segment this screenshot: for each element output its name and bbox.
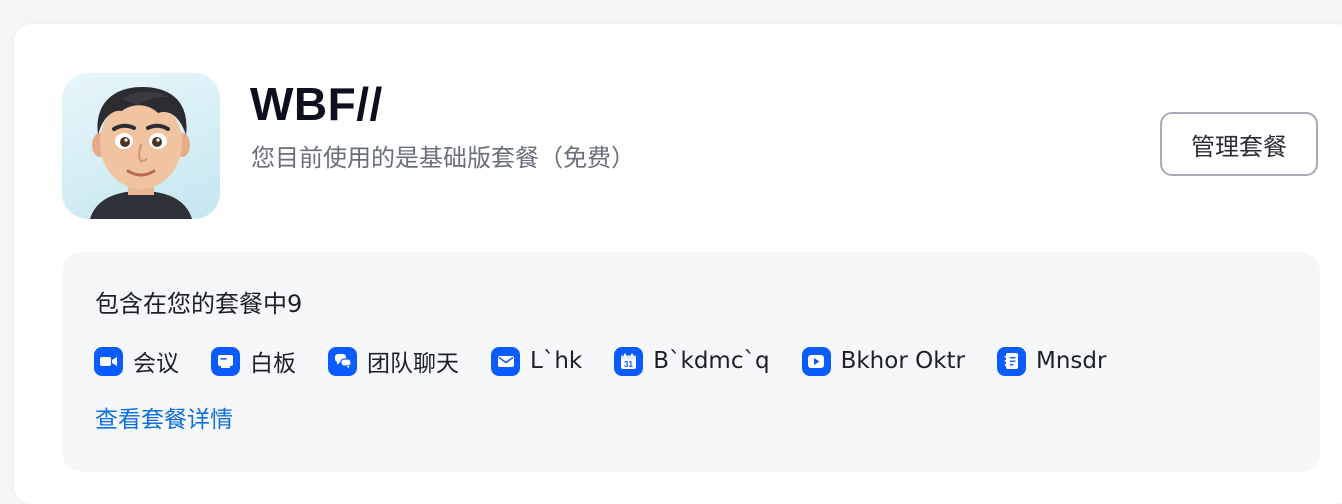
- feature-item-calendar: 31 B`kdmc`q: [614, 346, 770, 376]
- feature-label: Mnsdr: [1036, 348, 1107, 374]
- avatar[interactable]: [62, 73, 220, 219]
- video-camera-icon: [94, 346, 123, 376]
- svg-text:31: 31: [624, 360, 633, 369]
- feature-item-clips: Bkhor Oktr: [801, 346, 965, 376]
- feature-label: B`kdmc`q: [653, 348, 770, 374]
- calendar-icon: 31: [614, 346, 644, 376]
- feature-list: 会议 白板 团队聊天 L`hk 31 B`kdmc`q Bkhor Oktr M…: [94, 344, 1138, 378]
- feature-item-mail: L`hk: [491, 346, 583, 376]
- clips-play-icon: [801, 346, 831, 376]
- feature-label: 会议: [133, 351, 179, 377]
- feature-label: Bkhor Oktr: [840, 348, 965, 374]
- feature-item-team-chat: 团队聊天: [328, 344, 459, 378]
- feature-label: 白板: [250, 351, 296, 377]
- view-plan-details-link[interactable]: 查看套餐详情: [95, 404, 233, 436]
- plan-features-panel: 包含在您的套餐中9 会议 白板 团队聊天 L`hk 31 B`kdmc`q Bk…: [62, 252, 1320, 472]
- manage-plan-button[interactable]: 管理套餐: [1160, 112, 1318, 176]
- chat-bubbles-icon: [328, 346, 357, 376]
- feature-label: L`hk: [530, 348, 583, 374]
- account-card: WBF// 您目前使用的是基础版套餐（免费） 管理套餐 包含在您的套餐中9 会议…: [14, 24, 1342, 504]
- mail-icon: [491, 346, 520, 376]
- notes-icon: [997, 346, 1026, 376]
- whiteboard-icon: [211, 346, 240, 376]
- panel-title: 包含在您的套餐中9: [95, 290, 303, 318]
- feature-label: 团队聊天: [367, 351, 459, 377]
- feature-item-meetings: 会议: [94, 344, 179, 378]
- avatar-illustration-icon: [90, 87, 192, 219]
- feature-item-whiteboard: 白板: [211, 344, 296, 378]
- user-name: WBF//: [250, 78, 383, 130]
- feature-item-notes: Mnsdr: [997, 346, 1107, 376]
- plan-description: 您目前使用的是基础版套餐（免费）: [251, 144, 635, 172]
